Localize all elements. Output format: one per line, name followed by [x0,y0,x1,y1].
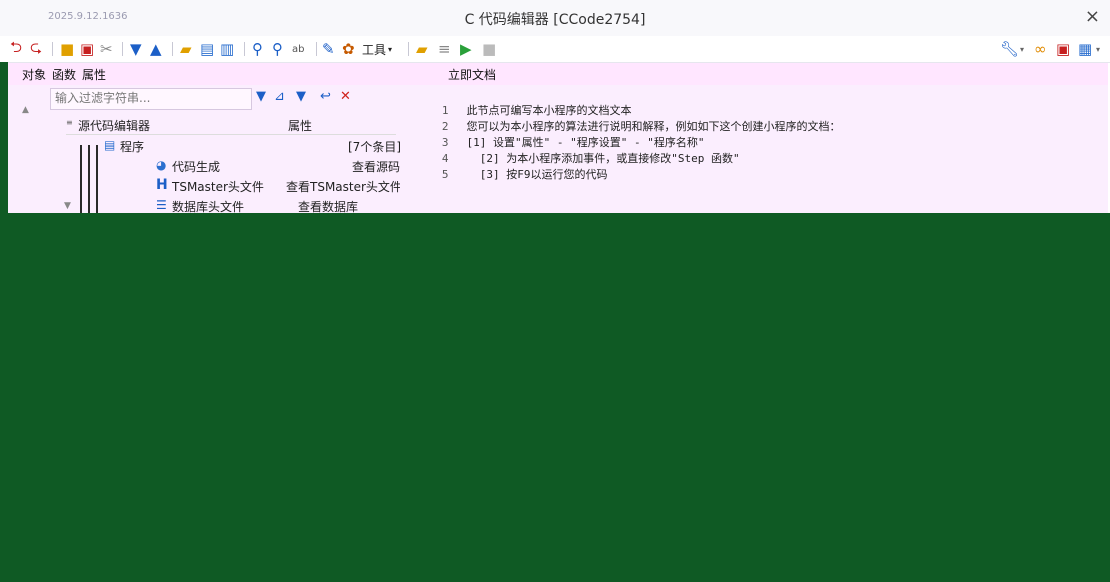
chevron-down-icon: ▾ [388,44,393,54]
line-text: [3] 按F9以运行您的代码 [466,168,608,181]
object-tree-panel: ▲ ▼ ▼ ⊿ ▼ ↩ ✕ ≡ 源代码编辑器 属性 ▤ 程序 [7个条目] ◕ … [8,85,402,214]
find-next-icon[interactable]: ⚲ [272,40,283,58]
save-icon[interactable]: ▤ [200,40,214,58]
tree-row-value: [7个条目] [348,140,401,154]
cut-icon[interactable]: ✂ [100,40,113,58]
filter-clear-icon[interactable]: ▼ [296,89,306,104]
tab-properties[interactable]: 属性 [82,66,106,83]
window-title: C 代码编辑器 [CCode2754] [464,12,646,28]
tree-header-name: 源代码编辑器 [78,119,151,133]
scroll-up-icon[interactable]: ▲ [22,105,29,115]
folder-icon[interactable]: ▰ [416,40,428,58]
tree-row-value[interactable]: 查看源码 [352,158,400,175]
move-up-icon[interactable]: ▲ [150,40,162,58]
toolbar-separator [408,42,409,56]
stop-icon[interactable]: ■ [482,40,496,58]
move-down-icon[interactable]: ▼ [130,40,142,58]
copy-icon[interactable]: ■ [60,40,74,58]
paste-icon[interactable]: ▣ [80,40,94,58]
chevron-down-icon[interactable]: ▾ [1096,40,1100,58]
code-gen-icon: ◕ [156,158,167,172]
tree-row-value[interactable]: 查看TSMaster头文件 [286,178,402,195]
collapse-icon[interactable]: ↩ [320,89,331,104]
tree-row[interactable]: ▤ 程序 [7个条目] [104,137,434,155]
unrendered-area [8,213,1110,582]
link-icon[interactable]: ∞ [1034,40,1047,58]
open-folder-icon[interactable]: ▰ [180,40,192,58]
undo-icon[interactable]: ⮌ [10,38,22,58]
delete-window-icon[interactable]: ▣ [1056,40,1070,58]
tab-instant-doc[interactable]: 立即文档 [448,66,496,83]
wrench-icon[interactable]: 🔧︎ [1000,40,1019,58]
redo-icon[interactable]: ⮎ [30,38,42,58]
code-line: 1 此节点可编写本小程序的文档文本 [400,89,632,117]
line-number: 5 [441,168,449,181]
tree-line [80,145,82,213]
close-filter-icon[interactable]: ✕ [340,89,351,104]
tree-line [88,145,90,213]
toolbar-separator [52,42,53,56]
run-icon[interactable]: ▶ [460,40,472,58]
title-bar: 2025.9.12.1636 C 代码编辑器 [CCode2754] × [0,0,1110,37]
replace-icon[interactable]: ab [292,40,304,58]
tree-line [96,145,98,213]
brush-icon[interactable]: ✎ [322,40,335,58]
filter-input[interactable] [51,89,255,107]
database-icon: ☰ [156,198,167,212]
tools-label: 工具 [362,42,387,57]
tree-header-value: 属性 [288,119,313,133]
unrendered-edge [0,62,8,582]
toolbar: ⮌ ⮎ ■ ▣ ✂ ▼ ▲ ▰ ▤ ▥ ⚲ ⚲ ab ✎ ✿ 工具 ▾ ▰ ≡ ▶… [0,36,1110,63]
toolbar-separator [122,42,123,56]
layout-icon[interactable]: ▦ [1078,40,1092,58]
code-line: 5 [3] 按F9以运行您的代码 [400,153,608,181]
program-icon: ▤ [104,138,116,152]
doc-editor[interactable]: 1 此节点可编写本小程序的文档文本 2 您可以为本小程序的算法进行说明和解释，例如如… [400,85,1108,213]
code-line: 3 [1] 设置"属性" - "程序设置" - "程序名称" [400,121,705,149]
code-line: 2 您可以为本小程序的算法进行说明和解释，例如如下这个创建小程序的文档： [400,105,841,133]
tab-bar: 对象 函数 属性 立即文档 [8,63,1108,85]
save-as-icon[interactable]: ▥ [220,40,234,58]
toolbar-separator [316,42,317,56]
tree-row-name: 程序 [120,140,145,154]
chevron-down-icon[interactable]: ▾ [1020,40,1024,58]
filter-icon[interactable]: ▼ [256,89,266,104]
clear-icon[interactable]: ≡ [438,40,451,58]
tab-functions[interactable]: 函数 [52,66,76,83]
tree-header: ≡ 源代码编辑器 属性 [66,116,396,135]
tools-menu[interactable]: 工具 ▾ [362,40,392,58]
settings-icon[interactable]: ✿ [342,40,355,58]
tree-row-name: TSMaster头文件 [172,180,264,194]
filter-edit-icon[interactable]: ⊿ [274,89,285,104]
menu-icon: ≡ [66,118,73,127]
scroll-down-icon[interactable]: ▼ [64,201,71,211]
tree-row-name: 代码生成 [172,160,221,174]
close-button[interactable]: × [1085,6,1100,27]
header-file-icon: H [156,177,168,193]
toolbar-separator [172,42,173,56]
filter-box [50,88,255,110]
find-icon[interactable]: ⚲ [252,40,263,58]
toolbar-separator [244,42,245,56]
tab-objects[interactable]: 对象 [22,66,46,83]
code-line: 4 [2] 为本小程序添加事件，或直接修改"Step 函数" [400,137,740,165]
